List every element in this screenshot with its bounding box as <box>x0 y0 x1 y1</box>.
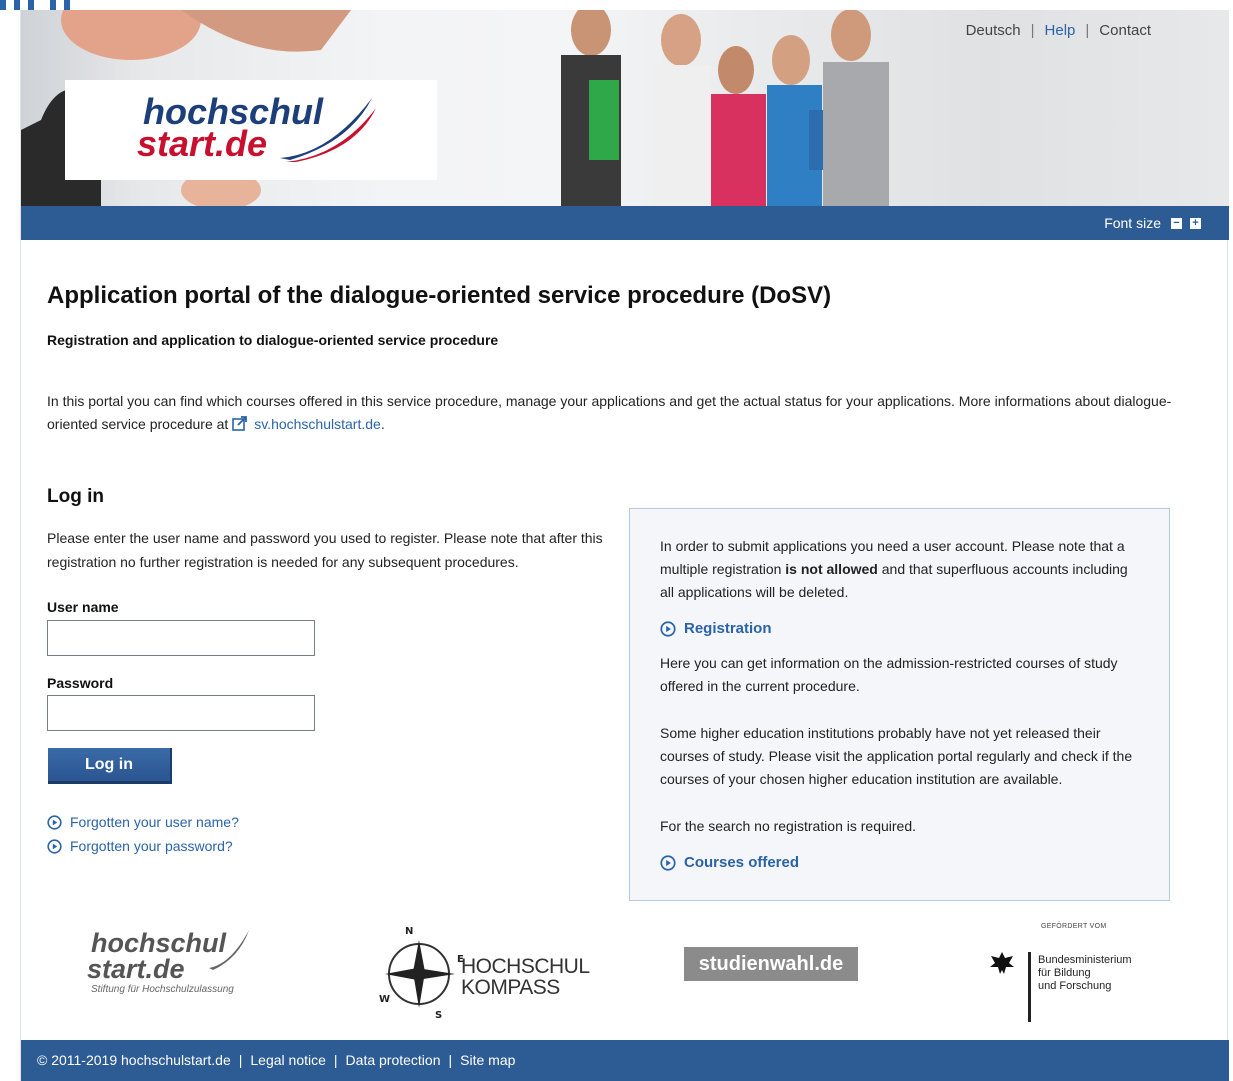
info-box: In order to submit applications you need… <box>629 508 1170 901</box>
logo-line-2: start.de <box>137 123 268 164</box>
login-button[interactable]: Log in <box>48 748 172 784</box>
kompass-line1: HOCHSCHUL <box>461 955 590 978</box>
top-links: Deutsch | Help | Contact <box>965 22 1151 39</box>
login-note: Please enter the user name and password … <box>47 530 603 570</box>
link-help[interactable]: Help <box>1045 22 1076 39</box>
font-increase-button[interactable]: + <box>1190 217 1201 229</box>
intro-end: . <box>380 416 385 432</box>
external-link-icon <box>232 416 248 431</box>
site-logo[interactable]: hochschul start.de <box>65 80 437 180</box>
footer-data-protection[interactable]: Data protection <box>346 1052 441 1068</box>
logo-swoosh-icon <box>209 930 249 970</box>
password-label: Password <box>47 675 114 691</box>
info-courses-text: Here you can get information on the admi… <box>660 655 1118 694</box>
kompass-line2: KOMPASS <box>461 976 560 999</box>
bmbf-line3: und Forschung <box>1038 980 1112 992</box>
bmbf-line1: Bundesministerium <box>1038 954 1132 966</box>
circle-play-icon <box>47 838 62 854</box>
username-input[interactable] <box>47 620 315 656</box>
bmbf-funded-by: GEFÖRDERT VOM <box>1041 923 1107 930</box>
intro-text: In this portal you can find which course… <box>47 390 1207 436</box>
forgot-username-label: Forgotten your user name? <box>70 814 239 830</box>
partner-logo-bmbf[interactable]: Bundesministerium für Bildung und Forsch… <box>1038 954 1132 993</box>
partner-hs-tagline: Stiftung für Hochschulzulassung <box>91 984 234 995</box>
forgotten-links: Forgotten your user name? Forgotten your… <box>47 810 239 858</box>
circle-play-icon <box>660 620 676 637</box>
courses-offered-link[interactable]: Courses offered <box>660 851 1139 874</box>
footer-site-map[interactable]: Site map <box>460 1052 515 1068</box>
partner-logo-hochschulstart[interactable]: hochschul start.de Stiftung für Hochschu… <box>87 930 249 995</box>
password-input[interactable] <box>47 695 315 731</box>
font-size-control: Font size − + <box>1104 215 1201 231</box>
eagle-icon <box>990 952 1014 974</box>
circle-play-icon <box>47 814 62 830</box>
font-size-label: Font size <box>1104 215 1161 231</box>
username-label: User name <box>47 599 119 615</box>
page: hochschul start.de Deutsch | Help | Contact … <box>20 10 1229 1081</box>
forgot-password-link[interactable]: Forgotten your password? <box>47 834 239 858</box>
compass-icon: N E W S <box>379 926 464 1021</box>
footer-legal-notice[interactable]: Legal notice <box>250 1052 326 1068</box>
page-subtitle: Registration and application to dialogue… <box>47 332 499 348</box>
registration-link[interactable]: Registration <box>660 617 1139 640</box>
info-search-text: For the search no registration is requir… <box>660 818 917 834</box>
font-decrease-button[interactable]: − <box>1171 217 1182 229</box>
svg-text:N: N <box>405 926 413 937</box>
link-contact[interactable]: Contact <box>1099 22 1151 39</box>
partner-logo-studienwahl[interactable]: studienwahl.de <box>684 947 858 981</box>
bmbf-line2: für Bildung <box>1038 967 1091 979</box>
toolbar: Font size − + <box>21 206 1229 240</box>
intro-body: In this portal you can find which course… <box>47 393 1172 432</box>
info-text-bold: is not allowed <box>785 561 878 577</box>
intro-link[interactable]: sv.hochschulstart.de <box>254 416 381 432</box>
banner-photo-students <box>561 10 889 206</box>
footer: © 2011-2019 hochschulstart.de | Legal noti… <box>21 1040 1229 1081</box>
login-heading: Log in <box>47 486 104 507</box>
info-account-text: In order to submit applications you need… <box>660 535 1139 604</box>
forgot-password-label: Forgotten your password? <box>70 838 233 854</box>
partner-logo-hochschulkompass[interactable]: N E W S HOCHSCHUL KOMPASS <box>377 922 590 1021</box>
forgot-username-link[interactable]: Forgotten your user name? <box>47 810 239 834</box>
kompass-text: HOCHSCHUL KOMPASS <box>461 956 590 998</box>
registration-link-label: Registration <box>684 620 772 637</box>
link-deutsch[interactable]: Deutsch <box>966 22 1021 39</box>
footer-copyright: © 2011-2019 hochschulstart.de <box>37 1052 231 1068</box>
courses-offered-label: Courses offered <box>684 854 800 871</box>
page-title: Application portal of the dialogue-orien… <box>47 282 832 309</box>
info-release-text: Some higher education institutions proba… <box>660 725 1133 787</box>
svg-text:S: S <box>435 1010 442 1018</box>
bmbf-flag-bar <box>1028 952 1031 1022</box>
corner-mark <box>0 0 70 10</box>
svg-text:W: W <box>379 994 390 1005</box>
header-banner: hochschul start.de Deutsch | Help | Contact <box>21 10 1229 206</box>
circle-play-icon <box>660 854 676 871</box>
